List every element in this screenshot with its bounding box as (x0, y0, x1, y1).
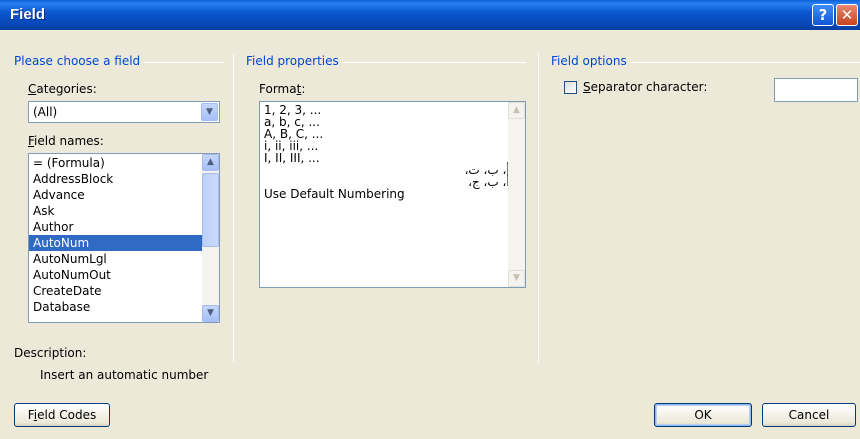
categories-label: Categories: (28, 82, 97, 96)
ok-button[interactable]: OK (654, 403, 752, 427)
field-codes-button[interactable]: Field Codes (14, 403, 110, 427)
arrow-down-icon[interactable]: ▼ (508, 270, 525, 287)
field-name-item[interactable]: CreateDate (29, 283, 202, 299)
help-button[interactable]: ? (812, 4, 834, 26)
field-name-item[interactable]: Author (29, 219, 202, 235)
format-item[interactable]: Use Default Numbering (260, 188, 525, 200)
field-name-item[interactable]: Advance (29, 187, 202, 203)
field-name-item[interactable]: AutoNum (29, 235, 202, 251)
arrow-down-icon[interactable]: ▼ (202, 305, 219, 322)
field-names-list[interactable]: = (Formula) AddressBlock Advance Ask Author A… (28, 153, 220, 323)
options-group-title: Field options (551, 54, 631, 68)
format-items: 1, 2, 3, ... a, b, c, ... A, B, C, ... i, i… (260, 104, 525, 200)
field-name-item[interactable]: AutoNumLgl (29, 251, 202, 267)
chevron-down-icon[interactable]: ▼ (201, 103, 218, 121)
separator-label[interactable]: Separator character: (583, 80, 707, 94)
separator-input[interactable] (774, 78, 858, 102)
field-name-item[interactable]: AutoNumOut (29, 267, 202, 283)
group-divider-1 (233, 54, 234, 362)
field-names-label: Field names: (28, 134, 104, 148)
field-group-title: Please choose a field (14, 54, 145, 68)
field-name-item[interactable]: Ask (29, 203, 202, 219)
cancel-button[interactable]: Cancel (762, 403, 856, 427)
field-names-items: = (Formula) AddressBlock Advance Ask Author A… (29, 155, 219, 315)
arrow-up-icon[interactable]: ▲ (508, 102, 525, 119)
group-divider-2 (538, 54, 539, 362)
close-button[interactable]: ✕ (836, 4, 858, 26)
field-name-item[interactable]: = (Formula) (29, 155, 202, 171)
properties-group-title: Field properties (246, 54, 343, 68)
field-names-scrollbar[interactable]: ▲ ▼ (202, 154, 219, 322)
field-name-item[interactable]: Database (29, 299, 202, 315)
scrollbar-thumb[interactable] (202, 173, 219, 247)
dialog-body: Please choose a field Categories: (All) … (0, 30, 860, 439)
categories-dropdown[interactable]: (All) ▼ (28, 101, 220, 123)
title-bar[interactable]: Field ? ✕ (0, 0, 860, 30)
categories-value: (All) (33, 105, 58, 119)
format-list[interactable]: 1, 2, 3, ... a, b, c, ... A, B, C, ... i, i… (259, 101, 526, 288)
description-text: Insert an automatic number (40, 368, 209, 382)
arrow-up-icon[interactable]: ▲ (202, 154, 219, 171)
field-name-item[interactable]: AddressBlock (29, 171, 202, 187)
format-label: Format: (259, 82, 306, 96)
format-scrollbar[interactable]: ▲ ▼ (508, 102, 525, 287)
window-title: Field (10, 6, 46, 23)
description-label: Description: (14, 346, 87, 360)
separator-checkbox[interactable] (564, 81, 577, 94)
